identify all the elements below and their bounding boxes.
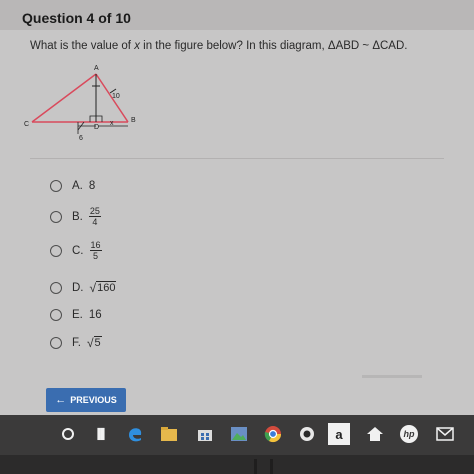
option-b[interactable]: B. 25 4 xyxy=(50,206,101,227)
label-6: 6 xyxy=(79,135,83,142)
option-letter: C. xyxy=(72,244,84,257)
triangle-diagram: A B C D x 10 6 xyxy=(24,65,136,142)
device-bezel xyxy=(0,455,474,474)
label-10: 10 xyxy=(112,93,120,100)
option-letter: A. xyxy=(72,180,83,192)
right-angle-mark-2 xyxy=(96,115,103,122)
radicand: 5 xyxy=(93,336,102,349)
option-value: 16 xyxy=(88,309,102,321)
photos-icon[interactable] xyxy=(228,423,250,445)
radio-icon[interactable] xyxy=(50,244,62,257)
option-f[interactable]: F. √ 5 xyxy=(50,336,102,349)
question-text: What is the value of x in the figure bel… xyxy=(30,40,407,52)
file-explorer-icon[interactable] xyxy=(158,423,180,445)
right-angle-mark xyxy=(89,115,96,122)
edge-icon[interactable] xyxy=(124,423,146,445)
arrow-left-icon: ← xyxy=(55,394,67,406)
option-letter: F. xyxy=(72,336,81,349)
question-text-prefix: What is the value of xyxy=(30,40,135,52)
label-a: A xyxy=(94,65,99,72)
numerator: 25 xyxy=(88,206,101,217)
sqrt-icon: √ xyxy=(89,281,97,295)
square-root: √ 5 xyxy=(87,336,102,349)
option-e[interactable]: E. 16 xyxy=(50,309,102,321)
bezel-mark xyxy=(270,459,273,474)
option-letter: B. xyxy=(72,210,83,223)
radio-icon[interactable] xyxy=(50,309,62,321)
camera-icon[interactable] xyxy=(296,423,318,445)
hp-icon[interactable]: hp xyxy=(398,423,420,445)
denominator: 5 xyxy=(93,251,99,261)
cortana-circle-icon[interactable] xyxy=(57,423,79,445)
home-icon[interactable] xyxy=(364,423,386,445)
radio-icon[interactable] xyxy=(50,281,62,294)
question-header: Question 4 of 10 xyxy=(0,0,474,30)
question-number-title: Question 4 of 10 xyxy=(22,10,131,26)
label-x: x xyxy=(110,120,114,127)
sqrt-icon: √ xyxy=(86,336,94,350)
denominator: 4 xyxy=(92,217,98,227)
label-b: B xyxy=(131,117,136,124)
radio-icon[interactable] xyxy=(50,336,62,349)
option-c[interactable]: C. 16 5 xyxy=(50,240,102,261)
previous-button[interactable]: ← PREVIOUS xyxy=(46,388,126,412)
side-ca xyxy=(31,73,97,123)
chrome-icon[interactable] xyxy=(262,423,284,445)
taskbar: ▐▌ a hp xyxy=(0,415,474,455)
task-view-icon[interactable]: ▐▌ xyxy=(90,423,112,445)
mail-icon[interactable] xyxy=(434,423,456,445)
label-c: C xyxy=(24,121,29,128)
store-icon[interactable] xyxy=(194,423,216,445)
label-d: D xyxy=(94,124,99,131)
option-d[interactable]: D. √ 160 xyxy=(50,281,117,294)
radio-icon[interactable] xyxy=(50,180,62,192)
square-root: √ 160 xyxy=(90,281,117,294)
amazon-icon[interactable]: a xyxy=(328,423,350,445)
option-value: 8 xyxy=(88,180,96,192)
option-a[interactable]: A. 8 xyxy=(50,180,95,192)
divider xyxy=(30,158,444,159)
previous-label: PREVIOUS xyxy=(70,395,117,405)
numerator: 16 xyxy=(89,240,102,251)
radicand: 160 xyxy=(96,281,117,294)
fraction: 16 5 xyxy=(89,240,102,261)
option-letter: E. xyxy=(72,309,83,321)
fraction: 25 4 xyxy=(88,206,101,227)
option-letter: D. xyxy=(72,281,84,294)
bezel-mark xyxy=(254,459,257,474)
radio-icon[interactable] xyxy=(50,210,62,223)
faint-bar xyxy=(362,375,422,378)
question-text-suffix: in the figure below? In this diagram, ΔA… xyxy=(139,40,408,52)
